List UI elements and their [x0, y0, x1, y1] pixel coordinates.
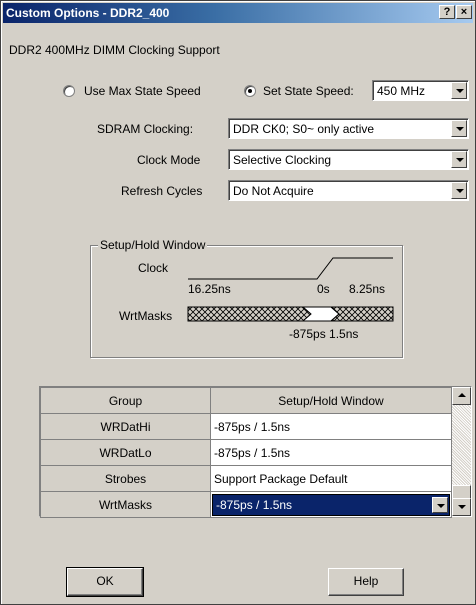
wrtmasks-hatch-left: [187, 306, 312, 322]
chevron-down-icon[interactable]: [451, 82, 467, 99]
row-group-cell[interactable]: Strobes: [40, 465, 211, 492]
table-header-row: Group Setup/Hold Window: [40, 387, 452, 414]
clock-time-left: 16.25ns: [188, 282, 231, 296]
refresh-cycles-select[interactable]: Do Not Acquire: [228, 180, 469, 201]
window-title: Custom Options - DDR2_400: [6, 6, 170, 20]
state-speed-value: 450 MHz: [377, 84, 426, 98]
grid-table: Group Setup/Hold Window WRDatHi -875ps /…: [40, 387, 452, 518]
column-header-window[interactable]: Setup/Hold Window: [210, 387, 452, 414]
chevron-down-icon[interactable]: [451, 182, 467, 199]
row-group-cell[interactable]: WRDatLo: [40, 439, 211, 466]
row-window-cell[interactable]: -875ps / 1.5ns: [210, 413, 452, 440]
row-window-cell[interactable]: -875ps / 1.5ns: [210, 439, 452, 466]
setup-hold-grid[interactable]: Group Setup/Hold Window WRDatHi -875ps /…: [39, 386, 472, 518]
row-group-cell[interactable]: WrtMasks: [40, 491, 211, 518]
set-state-speed-radio[interactable]: [244, 85, 256, 97]
table-row[interactable]: Strobes Support Package Default: [40, 465, 452, 492]
close-icon[interactable]: ×: [456, 5, 472, 19]
setup-hold-groupbox: Setup/Hold Window Clock 16.25ns 0s 8.25n…: [90, 238, 403, 358]
sdram-clocking-select[interactable]: DDR CK0; S0~ only active: [228, 118, 469, 139]
scrollbar-thumb[interactable]: [452, 485, 471, 499]
wrtmasks-window-text: -875ps 1.5ns: [289, 327, 359, 341]
state-speed-select[interactable]: 450 MHz: [372, 80, 469, 101]
scroll-up-icon[interactable]: [452, 387, 471, 405]
vertical-scrollbar[interactable]: [452, 387, 471, 516]
wrtmasks-signal-label: WrtMasks: [119, 309, 173, 323]
radio-selected-dot: [248, 89, 252, 93]
use-max-speed-label[interactable]: Use Max State Speed: [84, 84, 201, 98]
clock-mode-label: Clock Mode: [137, 153, 201, 167]
custom-options-dialog: Custom Options - DDR2_400 ? × DDR2 400MH…: [0, 0, 476, 605]
dialog-subtitle: DDR2 400MHz DIMM Clocking Support: [9, 43, 220, 57]
refresh-cycles-label: Refresh Cycles: [121, 184, 203, 198]
row-window-cell[interactable]: Support Package Default: [210, 465, 452, 492]
row-group-cell[interactable]: WRDatHi: [40, 413, 211, 440]
clock-mode-value: Selective Clocking: [233, 153, 332, 167]
help-button[interactable]: Help: [328, 568, 404, 596]
ok-button[interactable]: OK: [66, 567, 144, 597]
timing-diagram: [187, 257, 394, 322]
clock-time-right: 8.25ns: [349, 282, 386, 296]
column-header-group[interactable]: Group: [40, 387, 211, 414]
table-row[interactable]: WRDatHi -875ps / 1.5ns: [40, 413, 452, 440]
table-row[interactable]: WRDatLo -875ps / 1.5ns: [40, 439, 452, 466]
table-row-selected[interactable]: WrtMasks -875ps / 1.5ns: [40, 491, 452, 518]
clock-mode-select[interactable]: Selective Clocking: [228, 149, 469, 170]
set-state-speed-label[interactable]: Set State Speed:: [263, 84, 354, 98]
help-icon[interactable]: ?: [439, 5, 455, 19]
clock-time-mid: 0s: [317, 282, 330, 296]
row-window-value: -875ps / 1.5ns: [216, 497, 293, 512]
scroll-down-icon[interactable]: [452, 498, 471, 516]
chevron-down-icon[interactable]: [451, 151, 467, 168]
clock-waveform: [188, 257, 393, 280]
title-bar[interactable]: Custom Options - DDR2_400 ? ×: [3, 3, 473, 23]
chevron-down-icon[interactable]: [432, 496, 448, 513]
chevron-down-icon[interactable]: [451, 120, 467, 137]
refresh-cycles-value: Do Not Acquire: [233, 184, 314, 198]
window-select-highlighted[interactable]: -875ps / 1.5ns: [212, 493, 450, 516]
row-window-dropdown[interactable]: -875ps / 1.5ns: [210, 491, 452, 518]
use-max-speed-radio[interactable]: [63, 85, 75, 97]
sdram-clocking-value: DDR CK0; S0~ only active: [233, 122, 375, 136]
wrtmasks-hatch-right: [329, 306, 394, 322]
sdram-clocking-label: SDRAM Clocking:: [97, 122, 194, 136]
